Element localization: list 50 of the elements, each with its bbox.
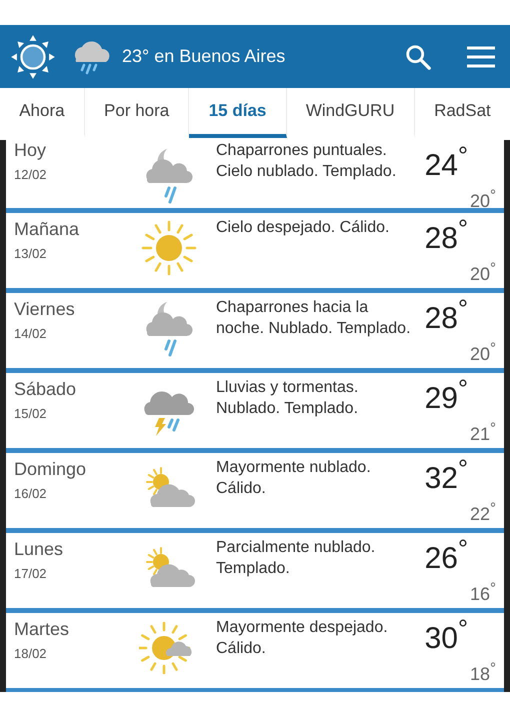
min-temperature: 20$^{°}$ xyxy=(470,260,496,285)
day-name: Hoy xyxy=(14,140,48,161)
day-date: 13/02 xyxy=(14,246,48,261)
tab[interactable]: RadSat xyxy=(414,88,510,138)
forecast-text: Chaparrones puntuales. Cielo nublado. Templado. xyxy=(215,141,398,182)
forecast-text: Lluvias y tormentas. Nublado. Templado. xyxy=(215,378,360,419)
sun-icon xyxy=(10,34,56,80)
forecast-text: Cielo despejado. Cálido. xyxy=(215,218,390,238)
min-temperature: 22$^{°}$ xyxy=(470,500,496,525)
forecast-card[interactable]: Mañana 13/02 Cielo despejado. Cálido. 28$^{°}$ 20$^{°}$ xyxy=(6,213,504,288)
forecast-card[interactable]: Martes 18/02 Mayormente despejado. Cálido. 30$^{°}$ 18$^{°}$ xyxy=(6,613,504,688)
search-icon[interactable] xyxy=(404,42,432,70)
min-temperature: 16$^{°}$ xyxy=(470,580,496,605)
max-temperature: 32$^{°}$ xyxy=(424,455,468,496)
forecast-card[interactable]: Viernes 14/02 Chaparrones hacia la noche. Nublado. Templado. 28$^{°}$ 20$^{°}$ xyxy=(6,293,504,368)
forecast-text: Mayormente nublado. Cálido. xyxy=(215,458,372,499)
forecast-card[interactable]: Lunes 17/02 Parcialmente nublado. Templado. 26$^{°}$ 16$^{°}$ xyxy=(6,533,504,608)
tab[interactable]: WindGURU xyxy=(286,88,415,138)
tab[interactable]: Por hora xyxy=(84,88,190,138)
day-name: Viernes xyxy=(14,299,76,320)
location-title: 23° en Buenos Aires xyxy=(122,46,286,67)
day-date: 12/02 xyxy=(14,167,48,182)
min-temperature: 20$^{°}$ xyxy=(470,340,496,365)
tab[interactable]: Ahora xyxy=(0,88,85,138)
day-date: 18/02 xyxy=(14,646,48,661)
min-temperature: 21$^{°}$ xyxy=(470,420,496,445)
min-temperature: 18$^{°}$ xyxy=(470,660,496,685)
day-name: Lunes xyxy=(14,539,64,560)
max-temperature: 26$^{°}$ xyxy=(424,535,468,576)
forecast-card[interactable]: Domingo 16/02 Mayormente nublado. Cálido. 32$^{°}$ 22$^{°}$ xyxy=(6,453,504,528)
forecast-text: Mayormente despejado. Cálido. xyxy=(215,618,389,659)
max-temperature: 30$^{°}$ xyxy=(424,615,468,656)
forecast-text: Chaparrones hacia la noche. Nublado. Templado. xyxy=(215,298,411,339)
day-name: Martes xyxy=(14,619,70,640)
forecast-text: Parcialmente nublado. Templado. xyxy=(215,538,376,579)
day-name: Mañana xyxy=(14,219,80,240)
day-date: 17/02 xyxy=(14,566,48,581)
forecast-card[interactable]: Sábado 15/02 Lluvias y tormentas. Nublado. Templado. 29$^{°}$ 21$^{°}$ xyxy=(6,373,504,448)
day-name: Domingo xyxy=(14,459,88,480)
max-temperature: 28$^{°}$ xyxy=(424,215,468,256)
day-date: 14/02 xyxy=(14,326,48,341)
sun-icon xyxy=(139,218,199,278)
forecast-card[interactable]: Hoy 12/02 Chaparrones puntuales. Cielo nublado. Templado. 24$^{°}$ 20$^{°}$ xyxy=(6,140,504,208)
max-temperature: 28$^{°}$ xyxy=(424,295,468,336)
max-temperature: 24$^{°}$ xyxy=(424,142,468,183)
day-date: 15/02 xyxy=(14,406,48,421)
day-date: 16/02 xyxy=(14,486,48,501)
menu-icon[interactable] xyxy=(466,44,496,68)
max-temperature: 29$^{°}$ xyxy=(424,375,468,416)
day-name: Sábado xyxy=(14,379,78,400)
